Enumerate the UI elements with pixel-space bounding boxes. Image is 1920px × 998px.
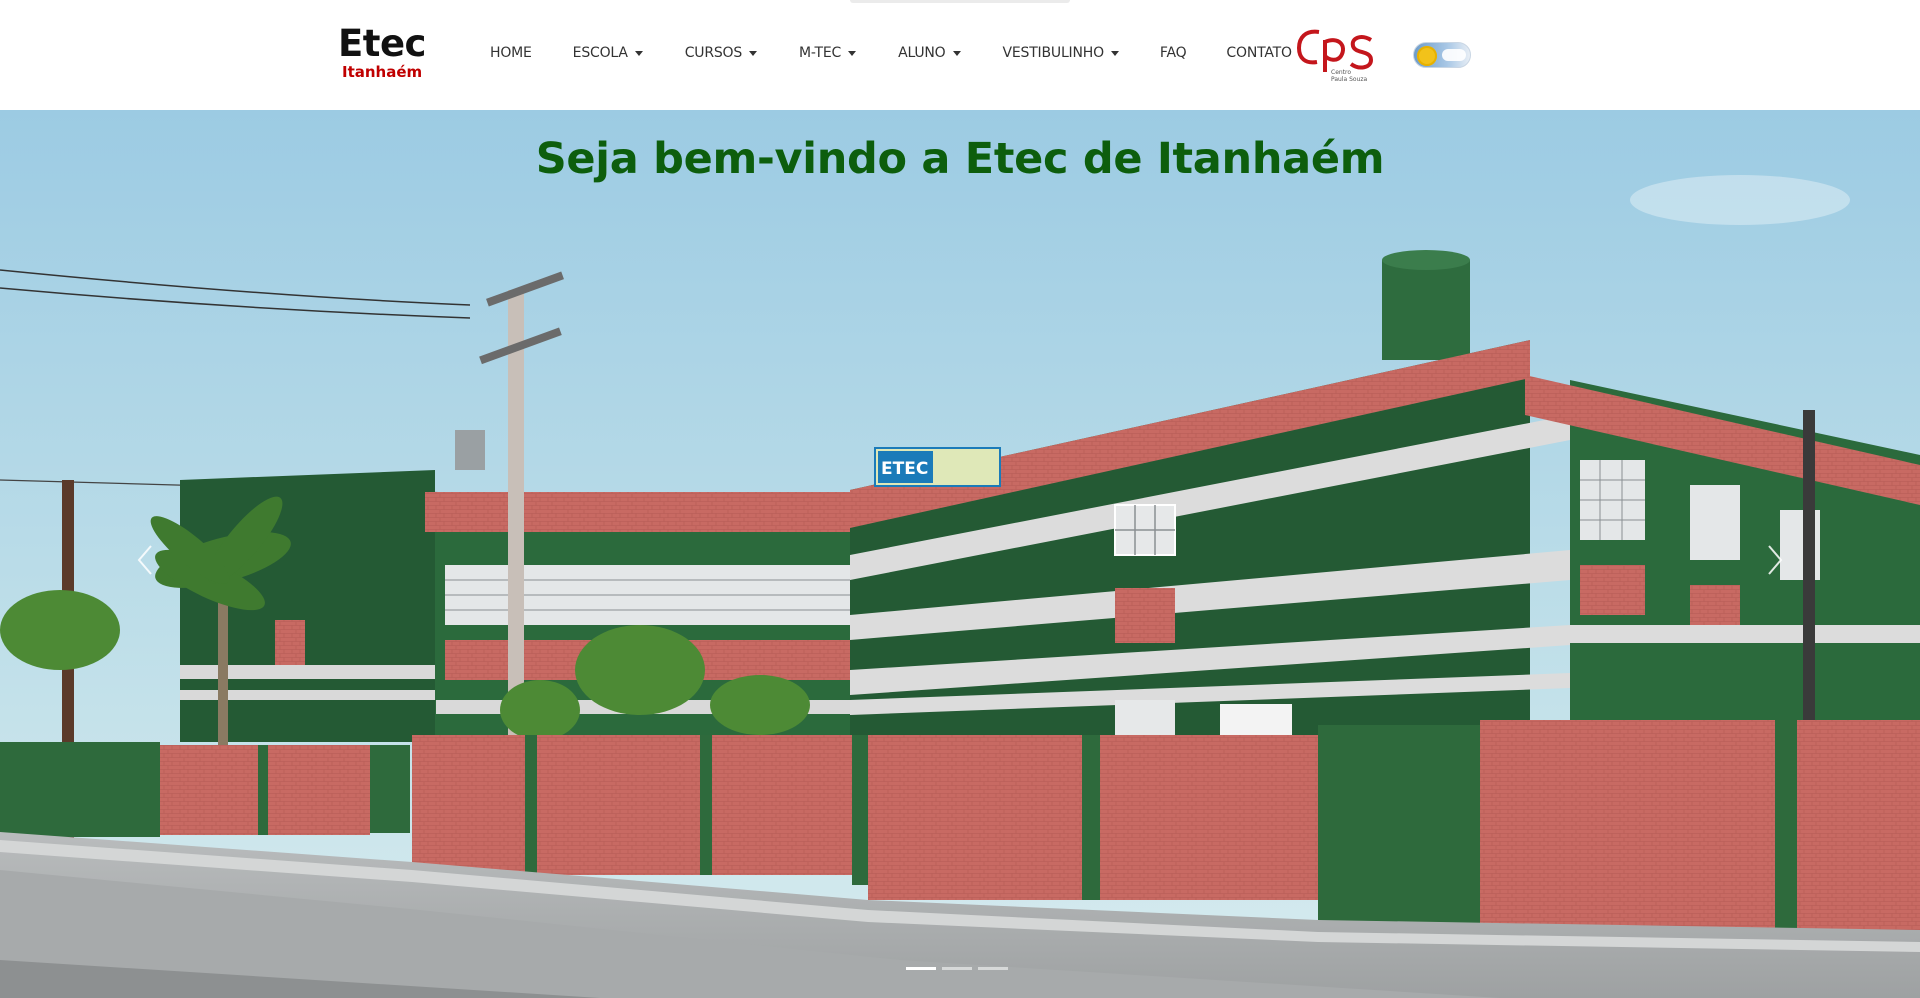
carousel-indicator[interactable] (906, 967, 936, 970)
carousel-indicator[interactable] (942, 967, 972, 970)
cps-logo-mark: Centro Paula Souza (1296, 29, 1374, 83)
nav-item-label: ALUNO (898, 45, 946, 61)
carousel-indicator[interactable] (978, 967, 1008, 970)
sun-icon (1417, 46, 1437, 66)
nav-item-home[interactable]: HOME (470, 33, 552, 73)
hero-title: Seja bem-vindo a Etec de Itanhaém (535, 134, 1385, 184)
caret-down-icon (1110, 50, 1119, 56)
nav-item-escola[interactable]: ESCOLA (552, 33, 664, 73)
building-sign: ETEC (881, 459, 928, 479)
top-navbar: Etec Itanhaém HOME ESCOLA CURSOS M-TEC ALUNO… (0, 0, 1920, 110)
nav-item-label: VESTIBULINHO (1002, 45, 1105, 61)
nav-item-aluno[interactable]: ALUNO (877, 33, 981, 73)
nav-item-label: CURSOS (684, 45, 743, 61)
cps-line2: Paula Souza (1331, 76, 1368, 83)
nav-item-label: ESCOLA (572, 45, 628, 61)
nav-item-cursos[interactable]: CURSOS (664, 33, 778, 73)
chevron-left-icon (137, 545, 152, 575)
brand-campus: Itanhaém (342, 63, 423, 81)
nav-item-label: M-TEC (799, 45, 842, 61)
caret-down-icon (634, 50, 643, 56)
hero-image: ETEC (0, 110, 1920, 998)
nav-item-label: CONTATO (1226, 45, 1292, 61)
centro-paula-souza-logo[interactable]: Centro Paula Souza (1295, 26, 1377, 86)
caret-down-icon (952, 50, 961, 56)
nav-item-label: HOME (490, 45, 532, 61)
chevron-right-icon (1768, 545, 1783, 575)
main-nav: HOME ESCOLA CURSOS M-TEC ALUNO VESTIBULINHO FA… (470, 0, 1312, 106)
brand-name: Etec (338, 22, 427, 65)
brand-logo[interactable]: Etec Itanhaém (338, 24, 438, 84)
caret-down-icon (749, 50, 758, 56)
hero-carousel: ETEC Seja bem-vindo a Etec de Itanhaém (0, 110, 1920, 998)
cps-line1: Centro (1331, 69, 1351, 76)
carousel-prev-button[interactable] (125, 530, 165, 590)
cloud-icon (1442, 49, 1466, 61)
caret-down-icon (848, 50, 857, 56)
theme-toggle[interactable] (1413, 42, 1471, 68)
nav-item-label: FAQ (1159, 45, 1187, 61)
nav-item-m-tec[interactable]: M-TEC (778, 33, 877, 73)
carousel-next-button[interactable] (1755, 530, 1795, 590)
nav-item-faq[interactable]: FAQ (1140, 33, 1207, 73)
carousel-indicators (906, 967, 1008, 970)
nav-item-vestibulinho[interactable]: VESTIBULINHO (982, 33, 1140, 73)
